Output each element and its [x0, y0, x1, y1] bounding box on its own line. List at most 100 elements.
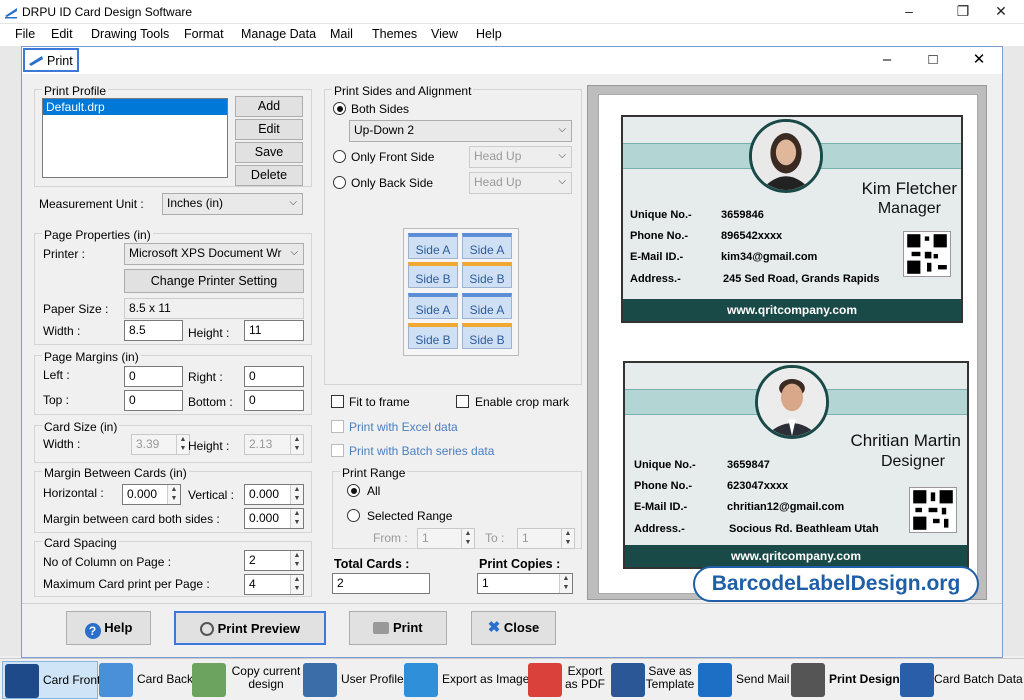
menu-format[interactable]: Format	[184, 27, 224, 41]
margin-bottom-input[interactable]: 0	[244, 390, 304, 411]
dialog-close-icon[interactable]: ✕	[956, 49, 1002, 73]
front-side-value: Head Up	[474, 149, 522, 163]
spinner-icon[interactable]: ▲ ▼	[290, 509, 303, 528]
toolbar-card-front[interactable]: Card Front	[2, 661, 100, 699]
spinner-icon[interactable]: ▲ ▼	[559, 574, 572, 593]
toolbar-print-design[interactable]: Print Design	[791, 661, 900, 699]
both-sides-radio[interactable]	[333, 102, 346, 115]
range-selected-radio[interactable]	[347, 509, 360, 522]
phone-value: 623047xxxx	[727, 480, 789, 492]
fit-frame-label: Fit to frame	[349, 395, 410, 409]
toolbar-batch-data[interactable]: Card Batch Data	[900, 661, 1023, 699]
profile-list[interactable]: Default.drp	[42, 98, 228, 178]
print-preview-area: Kim Fletcher Manager Unique No.- 3659846…	[587, 85, 987, 600]
card-back-icon	[99, 663, 133, 697]
crop-mark-checkbox[interactable]	[456, 395, 469, 408]
menu-file[interactable]: File	[15, 27, 35, 41]
close-button[interactable]: ✖ Close	[471, 611, 556, 645]
front-side-radio[interactable]	[333, 150, 346, 163]
back-side-radio[interactable]	[333, 176, 346, 189]
spinner-icon[interactable]: ▲ ▼	[290, 575, 303, 594]
measurement-unit-label: Measurement Unit :	[39, 197, 144, 211]
edit-profile-button[interactable]: Edit	[235, 119, 303, 140]
spinner-icon[interactable]: ▲ ▼	[290, 435, 303, 454]
toolbar-card-back[interactable]: Card Back	[99, 661, 193, 699]
card-width-input[interactable]: 3.39 ▲ ▼	[131, 434, 190, 455]
print-copies-label: Print Copies :	[479, 557, 561, 571]
spinner-icon[interactable]: ▲ ▼	[561, 529, 574, 548]
both-sides-select[interactable]: Up-Down 2 ⌵	[349, 120, 572, 142]
email-value: kim34@gmail.com	[721, 251, 818, 263]
app-title-bar: DRPU ID Card Design Software – ❐ ✕	[0, 0, 1024, 24]
margin-left-input[interactable]: 0	[124, 366, 183, 387]
menu-mail[interactable]: Mail	[330, 27, 353, 41]
toolbar-send-mail[interactable]: Send Mail	[698, 661, 790, 699]
paper-size-label: Paper Size :	[43, 302, 109, 316]
address-value: 245 Sed Road, Grands Rapids	[723, 273, 880, 285]
margin-top-input[interactable]: 0	[124, 390, 183, 411]
print-preview-button[interactable]: Print Preview	[174, 611, 326, 645]
margin-right-input[interactable]: 0	[244, 366, 304, 387]
menu-bar: File Edit Drawing Tools Format Manage Da…	[0, 24, 1024, 46]
profile-list-item[interactable]: Default.drp	[43, 99, 227, 115]
spinner-icon[interactable]: ▲ ▼	[461, 529, 474, 548]
batch-series-checkbox[interactable]	[331, 444, 344, 457]
address-label: Address.-	[630, 273, 681, 285]
menu-help[interactable]: Help	[476, 27, 502, 41]
menu-themes[interactable]: Themes	[372, 27, 417, 41]
toolbar-export-pdf[interactable]: Export as PDF	[528, 661, 610, 699]
card-title: Manager	[877, 200, 941, 217]
id-card[interactable]: Chritian Martin Designer Unique No.- 365…	[623, 361, 969, 569]
menu-view[interactable]: View	[431, 27, 458, 41]
measurement-unit-value: Inches (in)	[167, 196, 224, 210]
menu-drawing-tools[interactable]: Drawing Tools	[91, 27, 169, 41]
max-cards-input[interactable]: 4 ▲ ▼	[244, 574, 304, 595]
spinner-icon[interactable]: ▲ ▼	[290, 485, 303, 504]
back-side-select[interactable]: Head Up ⌵	[469, 172, 572, 194]
range-from-label: From :	[373, 531, 408, 545]
measurement-unit-select[interactable]: Inches (in) ⌵	[162, 193, 303, 215]
print-button[interactable]: Print	[349, 611, 447, 645]
print-copies-input[interactable]: 1 ▲ ▼	[477, 573, 573, 594]
printer-select[interactable]: Microsoft XPS Document Wr ⌵	[124, 243, 304, 265]
card-width-label: Width :	[43, 437, 81, 451]
card-height-input[interactable]: 2.13 ▲ ▼	[244, 434, 304, 455]
help-button[interactable]: ? Help	[66, 611, 151, 645]
front-side-select[interactable]: Head Up ⌵	[469, 146, 572, 168]
add-profile-button[interactable]: Add	[235, 96, 303, 117]
change-printer-button[interactable]: Change Printer Setting	[124, 269, 304, 293]
menu-edit[interactable]: Edit	[51, 27, 73, 41]
toolbar-user-profile[interactable]: User Profile	[303, 661, 404, 699]
menu-manage-data[interactable]: Manage Data	[241, 27, 316, 41]
paper-size-field[interactable]: 8.5 x 11	[124, 298, 304, 319]
fit-frame-checkbox[interactable]	[331, 395, 344, 408]
page-height-input[interactable]: 11	[244, 320, 304, 341]
vertical-margin-input[interactable]: 0.000 ▲ ▼	[244, 484, 304, 505]
range-all-radio[interactable]	[347, 484, 360, 497]
columns-input[interactable]: 2 ▲ ▼	[244, 550, 304, 571]
id-card[interactable]: Kim Fletcher Manager Unique No.- 3659846…	[621, 115, 963, 323]
horizontal-margin-input[interactable]: 0.000 ▲ ▼	[122, 484, 181, 505]
close-app-icon[interactable]: ✕	[978, 0, 1024, 24]
toolbar-save-template[interactable]: Save as Template	[611, 661, 695, 699]
card-name: Chritian Martin	[850, 431, 961, 450]
excel-data-checkbox[interactable]	[331, 420, 344, 433]
excel-data-label: Print with Excel data	[349, 420, 458, 434]
toolbar-copy-design[interactable]: Copy current design	[192, 661, 302, 699]
profile-photo	[755, 365, 829, 439]
dialog-minimize-icon[interactable]: –	[864, 49, 910, 73]
toolbar-export-image[interactable]: Export as Image	[404, 661, 529, 699]
delete-profile-button[interactable]: Delete	[235, 165, 303, 186]
save-profile-button[interactable]: Save	[235, 142, 303, 163]
spinner-icon[interactable]: ▲ ▼	[167, 485, 180, 504]
range-from-input[interactable]: 1 ▲ ▼	[417, 528, 475, 549]
profile-photo	[749, 119, 823, 193]
minimize-icon[interactable]: –	[886, 0, 932, 24]
spinner-icon[interactable]: ▲ ▼	[290, 551, 303, 570]
page-width-input[interactable]: 8.5	[124, 320, 183, 341]
total-cards-input[interactable]: 2	[332, 573, 430, 594]
both-sides-margin-input[interactable]: 0.000 ▲ ▼	[244, 508, 304, 529]
range-to-input[interactable]: 1 ▲ ▼	[517, 528, 575, 549]
dialog-maximize-icon[interactable]: □	[910, 49, 956, 73]
close-x-icon: ✖	[487, 619, 501, 636]
